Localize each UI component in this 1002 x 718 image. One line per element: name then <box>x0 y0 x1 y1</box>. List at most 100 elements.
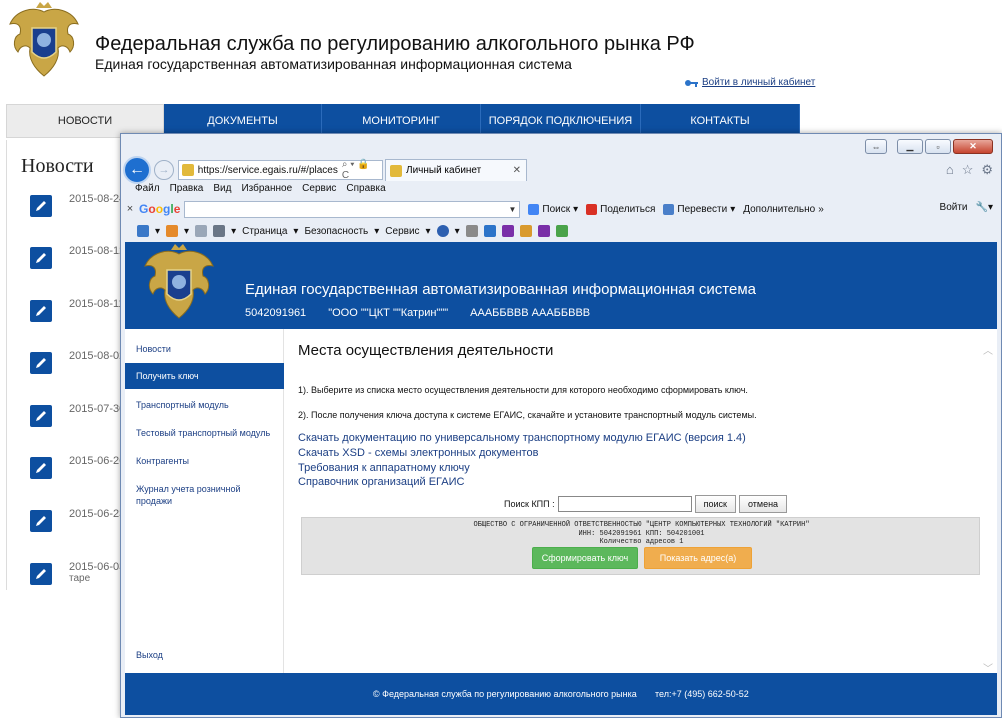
pencil-icon <box>30 300 52 322</box>
translate-icon <box>663 203 675 215</box>
org-address-count: Количество адресов 1 <box>599 538 684 546</box>
minimize-button[interactable]: ▁ <box>897 139 923 154</box>
web-page: Единая государственная автоматизированна… <box>125 242 997 715</box>
menu-view[interactable]: Вид <box>213 183 231 197</box>
help-icon[interactable] <box>436 225 449 237</box>
close-toolbar-icon[interactable]: × <box>121 203 139 215</box>
gear-icon[interactable]: ⚙ <box>981 162 993 178</box>
sidebar-item-test-transport-module[interactable]: Тестовый транспортный модуль <box>125 427 284 439</box>
wrench-icon[interactable]: 🔧▾ <box>976 202 993 213</box>
news-date: 2015-08-02 <box>69 350 126 362</box>
addon-icon[interactable] <box>519 225 532 237</box>
generate-key-button[interactable]: Сформировать ключ <box>532 547 638 569</box>
link-xsd-schemas[interactable]: Скачать XSD - схемы электронных документ… <box>298 447 538 459</box>
news-item[interactable]: 2015-06-03 таре <box>30 561 125 585</box>
link-transport-docs[interactable]: Скачать документацию по универсальному т… <box>298 432 746 444</box>
mail-icon[interactable] <box>195 225 208 237</box>
pencil-icon <box>30 563 52 585</box>
news-item[interactable]: 2015-08-24 <box>30 193 125 217</box>
translate-button[interactable]: Перевести ▾ <box>663 203 735 215</box>
news-item[interactable]: 2015-06-23 <box>30 508 125 532</box>
print-icon[interactable] <box>213 225 226 237</box>
browser-tab[interactable]: Личный кабинет ✕ <box>385 159 527 181</box>
menu-edit[interactable]: Правка <box>170 183 204 197</box>
show-addresses-button[interactable]: Показать адрес(а) <box>644 547 752 569</box>
forward-button[interactable]: → <box>154 160 174 180</box>
menu-file[interactable]: Файл <box>135 183 160 197</box>
kpp-search-input[interactable] <box>557 496 692 512</box>
favorites-star-icon[interactable]: ☆ <box>962 162 974 178</box>
news-heading: Новости <box>21 155 94 177</box>
addon-icon[interactable] <box>483 225 496 237</box>
key-icon <box>685 79 698 87</box>
news-date: 2015-06-03 <box>69 561 126 573</box>
instruction-step-1: 1). Выберите из списка место осуществлен… <box>298 385 748 395</box>
scroll-up-icon[interactable]: ︿ <box>983 342 993 357</box>
share-button[interactable]: Поделиться <box>586 203 655 215</box>
login-link[interactable]: Войти в личный кабинет <box>684 77 815 88</box>
onenote-icon[interactable] <box>537 225 550 237</box>
pencil-icon <box>30 247 52 269</box>
more-button[interactable]: Дополнительно » <box>743 204 824 215</box>
maximize-button[interactable]: ▫ <box>925 139 951 154</box>
account-info: 5042091961 "ООО ""ЦКТ ""Катрин""" АААББВ… <box>245 307 590 319</box>
rss-feed-icon[interactable] <box>166 225 179 237</box>
search-button[interactable]: поиск <box>694 495 736 513</box>
instruction-step-2: 2). После получения ключа доступа к сист… <box>298 410 757 420</box>
tab-close-icon[interactable]: ✕ <box>513 165 526 176</box>
menu-help[interactable]: Справка <box>346 183 385 197</box>
address-row: ← → https://service.egais.ru/#/places ⌕ … <box>123 156 527 184</box>
link-hardware-key-requirements[interactable]: Требования к аппаратному ключу <box>298 462 470 474</box>
link-organizations-directory[interactable]: Справочник организаций ЕГАИС <box>298 476 464 488</box>
sidebar-item-get-key[interactable]: Получить ключ <box>125 363 284 389</box>
command-bar: ▾ ▾ ▾ Страница ▾ Безопасность ▾ Сервис ▾ ▾ <box>137 222 568 240</box>
menu-bar: Файл Правка Вид Избранное Сервис Справка <box>135 183 386 197</box>
news-date: 2015-08-11 <box>69 298 125 310</box>
back-button[interactable]: ← <box>123 156 151 184</box>
onenote-icon[interactable] <box>501 225 514 237</box>
restore-icon[interactable]: ⇔ <box>865 139 887 154</box>
home-page-icon[interactable] <box>137 225 149 237</box>
sidebar-item-logout[interactable]: Выход <box>125 649 284 661</box>
news-item[interactable]: 2015-08-02 <box>30 350 125 374</box>
sidebar-item-retail-journal[interactable]: Журнал учета розничной продажи <box>125 483 250 507</box>
sidebar-item-news[interactable]: Новости <box>125 343 284 355</box>
menu-service[interactable]: Сервис <box>385 226 419 237</box>
news-item[interactable]: 2015-07-30 <box>30 403 125 427</box>
signin-button[interactable]: Войти <box>940 202 968 213</box>
browser-window: ⇔ ▁ ▫ ✕ ⌂ ☆ ⚙ ← → https://service.egais.… <box>120 133 1002 718</box>
site-favicon <box>182 164 194 176</box>
tab-favicon <box>390 164 402 177</box>
kpp-search-label: Поиск КПП : <box>504 499 555 509</box>
page-title: Места осуществления деятельности <box>298 342 554 359</box>
sidebar-item-transport-module[interactable]: Транспортный модуль <box>125 399 284 411</box>
menu-page[interactable]: Страница <box>242 226 287 237</box>
addon-icon[interactable] <box>465 225 478 237</box>
home-icon[interactable]: ⌂ <box>946 162 954 178</box>
news-date: 2015-06-23 <box>69 508 126 520</box>
addon-icon[interactable] <box>555 225 568 237</box>
news-item[interactable]: 2015-06-26 <box>30 455 125 479</box>
login-link-label: Войти в личный кабинет <box>702 77 816 88</box>
google-search-button[interactable]: Поиск ▾ <box>528 203 578 215</box>
news-item[interactable]: 2015-08-12 <box>30 245 125 269</box>
chevron-down-icon[interactable]: ▼ <box>508 205 516 214</box>
address-bar[interactable]: https://service.egais.ru/#/places ⌕ ▾ 🔒 … <box>178 159 383 181</box>
emblem-logo <box>6 2 82 86</box>
close-button[interactable]: ✕ <box>953 139 993 154</box>
news-date: 2015-06-26 <box>69 455 126 467</box>
address-tools-icons[interactable]: ⌕ ▾ 🔒 C <box>342 159 382 181</box>
account-org: "ООО ""ЦКТ ""Катрин""" <box>328 307 449 319</box>
cancel-button[interactable]: отмена <box>738 495 788 513</box>
news-item[interactable]: 2015-08-11 <box>30 298 124 322</box>
search-icon <box>528 203 540 215</box>
menu-tools[interactable]: Сервис <box>302 183 336 197</box>
page-header: Единая государственная автоматизированна… <box>125 242 997 329</box>
organization-card: ОБЩЕСТВО С ОГРАНИЧЕННОЙ ОТВЕТСТВЕННОСТЬЮ… <box>301 517 980 575</box>
org-name: ОБЩЕСТВО С ОГРАНИЧЕННОЙ ОТВЕТСТВЕННОСТЬЮ… <box>473 521 810 529</box>
google-search-input[interactable]: ▼ <box>184 200 521 218</box>
menu-security[interactable]: Безопасность <box>304 226 368 237</box>
menu-favorites[interactable]: Избранное <box>241 183 292 197</box>
pencil-icon <box>30 405 52 427</box>
sidebar-item-counterparties[interactable]: Контрагенты <box>125 455 284 467</box>
